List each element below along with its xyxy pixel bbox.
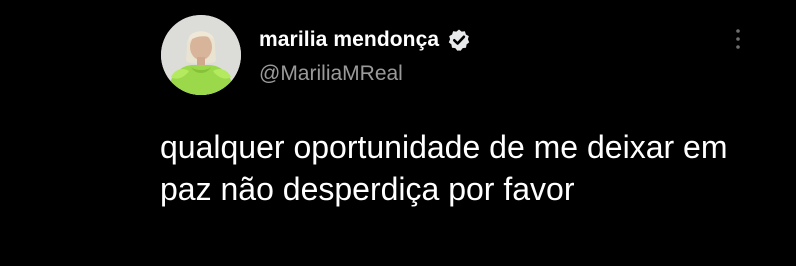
avatar-image [161,15,241,95]
author-handle[interactable]: @MariliaMReal [259,62,403,86]
tweet-text: qualquer oportunidade de me deixar em pa… [160,129,728,207]
tweet-card[interactable]: marilia mendonça @MariliaMReal qualquer … [0,0,796,266]
author-avatar[interactable] [161,15,241,95]
author-name-row: marilia mendonça [259,26,471,54]
author-display-name[interactable]: marilia mendonça [259,28,439,52]
more-vertical-icon [735,28,741,50]
more-options-button[interactable] [726,26,750,52]
verified-badge-icon [447,28,471,52]
